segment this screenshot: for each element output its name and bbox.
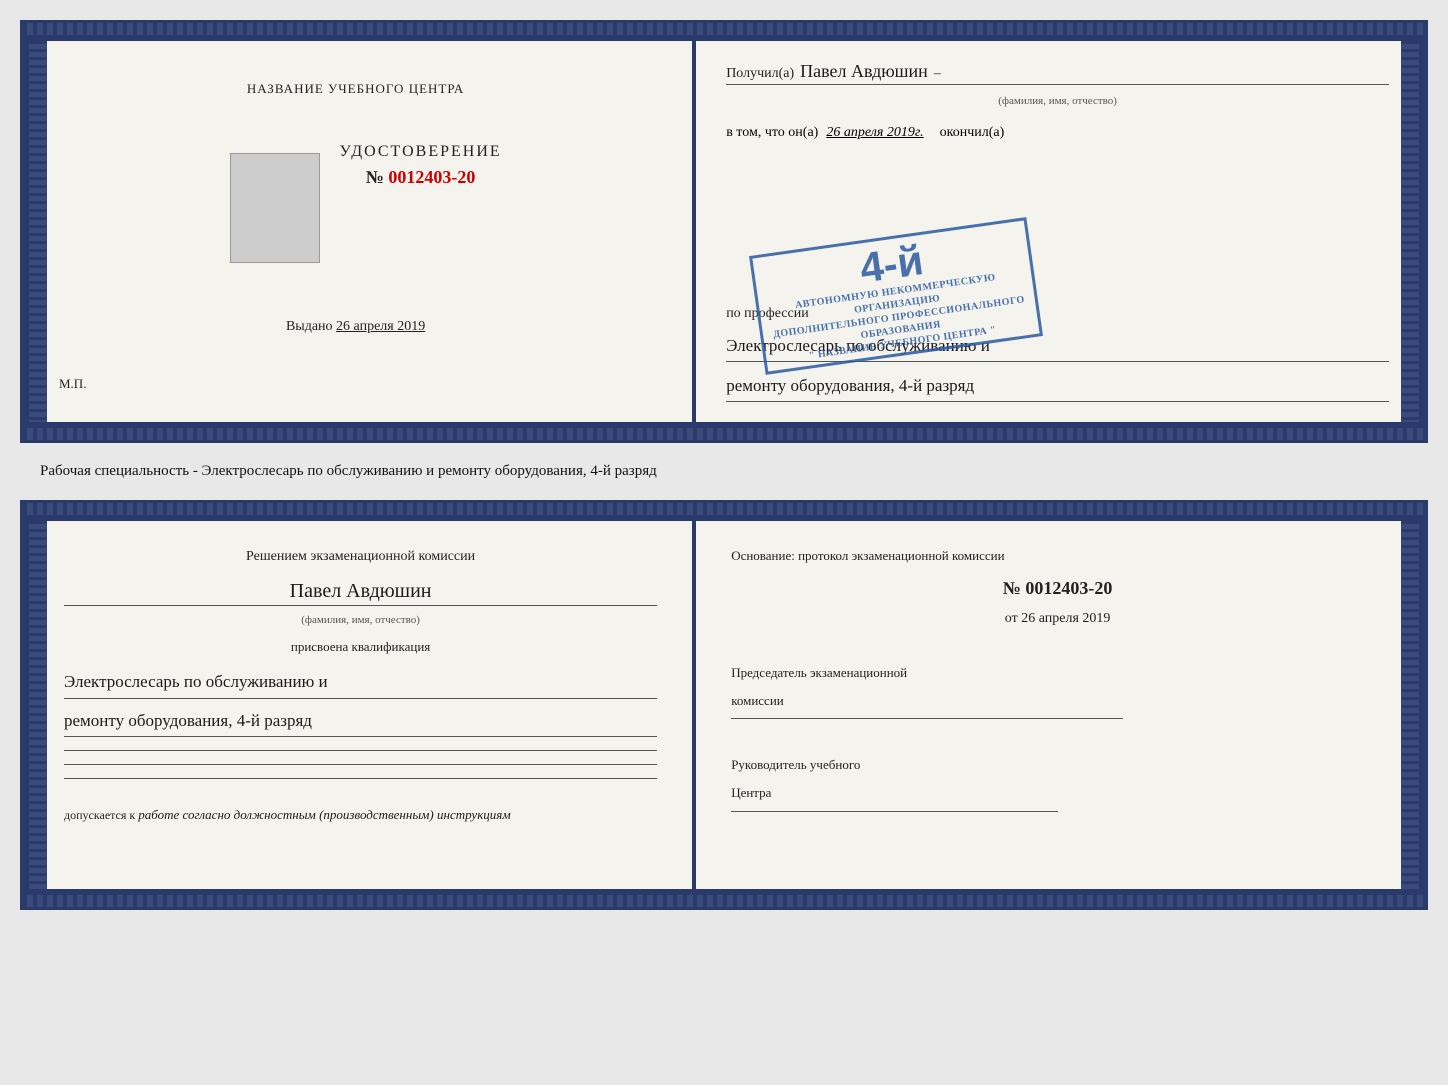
issued-label: Выдано xyxy=(286,319,333,334)
top-border xyxy=(23,23,1425,35)
bottom-left-panel: Решением экзаменационной комиссии Павел … xyxy=(29,521,696,889)
director-line2: Центра xyxy=(731,784,1384,802)
received-prefix: Получил(а) xyxy=(726,66,794,82)
top-border-bottom xyxy=(23,503,1425,515)
chairman-sig-line xyxy=(731,718,1123,719)
sig-line-3 xyxy=(64,778,657,779)
protocol-date-block: от 26 апреля 2019 xyxy=(731,611,1384,627)
allowed-label: допускается к работе согласно должностны… xyxy=(64,807,657,823)
page-wrapper: НАЗВАНИЕ УЧЕБНОГО ЦЕНТРА УДОСТОВЕРЕНИЕ №… xyxy=(20,20,1428,910)
spine-left-bottom xyxy=(29,521,47,889)
cert-number-prefix: № xyxy=(366,167,384,187)
protocol-number-block: № 0012403-20 xyxy=(731,578,1384,599)
cert-number: № 0012403-20 xyxy=(366,167,476,188)
protocol-number: 0012403-20 xyxy=(1025,578,1112,598)
cert-title: УДОСТОВЕРЕНИЕ xyxy=(340,143,502,161)
qualification-line2: ремонту оборудования, 4-й разряд xyxy=(64,707,657,737)
director-sig-line xyxy=(731,811,1057,812)
spine-right-bottom xyxy=(1401,521,1419,889)
qualification-line1: Электрослесарь по обслуживанию и xyxy=(64,668,657,698)
top-document: НАЗВАНИЕ УЧЕБНОГО ЦЕНТРА УДОСТОВЕРЕНИЕ №… xyxy=(20,20,1428,443)
bottom-border-bottom xyxy=(23,895,1425,907)
sig-line-2 xyxy=(64,764,657,765)
photo-placeholder xyxy=(230,153,320,263)
bottom-document: Решением экзаменационной комиссии Павел … xyxy=(20,500,1428,910)
name-sublabel-bottom: (фамилия, имя, отчество) xyxy=(64,614,657,626)
institution-label-top: НАЗВАНИЕ УЧЕБНОГО ЦЕНТРА xyxy=(247,81,464,97)
spine-right-top xyxy=(1401,41,1419,422)
allowed-text: работе согласно должностным (производств… xyxy=(138,807,510,822)
chairman-line2: комиссии xyxy=(731,692,1384,710)
protocol-date: 26 апреля 2019 xyxy=(1021,611,1110,626)
commission-title: Решением экзаменационной комиссии xyxy=(64,546,657,567)
name-sublabel-top: (фамилия, имя, отчество) xyxy=(726,95,1389,107)
sig-line-1 xyxy=(64,750,657,751)
top-left-panel: НАЗВАНИЕ УЧЕБНОГО ЦЕНТРА УДОСТОВЕРЕНИЕ №… xyxy=(29,41,696,422)
middle-text: Рабочая специальность - Электрослесарь п… xyxy=(20,455,1428,488)
basis-label: Основание: протокол экзаменационной коми… xyxy=(731,546,1384,566)
bottom-border-top xyxy=(23,428,1425,440)
person-name-bottom: Павел Авдюшин xyxy=(64,580,657,606)
mp-label: М.П. xyxy=(59,376,86,392)
bottom-doc-inner: Решением экзаменационной комиссии Павел … xyxy=(23,515,1425,895)
issued-date: 26 апреля 2019 xyxy=(336,319,425,334)
cert-title-block: УДОСТОВЕРЕНИЕ № 0012403-20 xyxy=(340,143,502,188)
profession-line2-top: ремонту оборудования, 4-й разряд xyxy=(726,372,1389,402)
cert-number-value: 0012403-20 xyxy=(388,167,475,187)
completed-suffix: окончил(а) xyxy=(940,125,1005,141)
recipient-name-top: Павел Авдюшин xyxy=(800,61,928,82)
top-right-panel: Получил(а) Павел Авдюшин – (фамилия, имя… xyxy=(696,41,1419,422)
date-prefix: от xyxy=(1005,611,1018,626)
issued-line: Выдано 26 апреля 2019 xyxy=(286,319,425,335)
top-doc-inner: НАЗВАНИЕ УЧЕБНОГО ЦЕНТРА УДОСТОВЕРЕНИЕ №… xyxy=(23,35,1425,428)
in-that-text: в том, что он(а) xyxy=(726,125,818,141)
assigned-label: присвоена квалификация xyxy=(64,639,657,655)
protocol-prefix: № xyxy=(1003,578,1021,598)
completed-date: 26 апреля 2019г. xyxy=(826,125,923,141)
allowed-prefix: допускается к xyxy=(64,808,135,822)
chairman-line1: Председатель экзаменационной xyxy=(731,664,1384,682)
bottom-right-panel: Основание: протокол экзаменационной коми… xyxy=(696,521,1419,889)
director-line1: Руководитель учебного xyxy=(731,756,1384,774)
